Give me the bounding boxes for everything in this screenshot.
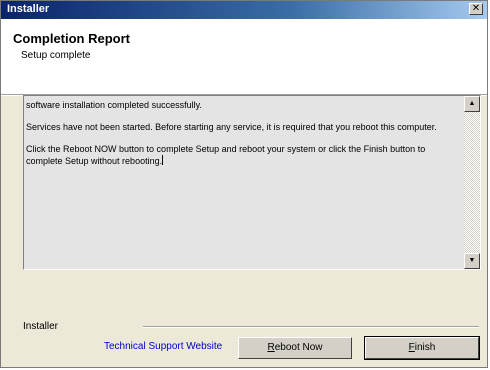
finish-button[interactable]: Finish [364, 336, 480, 360]
report-content: software installation completed successf… [26, 100, 460, 178]
scroll-down-icon[interactable]: ▼ [464, 253, 480, 269]
report-paragraph: software installation completed successf… [26, 100, 202, 110]
technical-support-link[interactable]: Technical Support Website [104, 341, 222, 352]
window-title: Installer [7, 3, 50, 15]
reboot-now-button[interactable]: Reboot Now [238, 337, 352, 359]
report-paragraph: Click the Reboot NOW button to complete … [26, 144, 426, 166]
footer-group-label: Installer [23, 321, 59, 332]
vertical-scrollbar[interactable]: ▲ ▼ [464, 96, 480, 269]
header-panel: Completion Report Setup complete [1, 19, 487, 94]
text-caret [162, 155, 164, 165]
report-paragraph: Services have not been started. Before s… [26, 122, 437, 132]
finish-label: inish [414, 342, 436, 353]
page-title: Completion Report [13, 31, 130, 46]
reboot-label: eboot Now [274, 342, 323, 353]
installer-window: Installer ✕ Completion Report Setup comp… [0, 0, 488, 368]
page-subtitle: Setup complete [21, 50, 91, 61]
scroll-up-icon[interactable]: ▲ [464, 96, 480, 112]
close-icon[interactable]: ✕ [469, 3, 483, 15]
report-textarea[interactable]: software installation completed successf… [23, 95, 481, 270]
reboot-accel: R [267, 342, 275, 353]
title-bar[interactable]: Installer ✕ [1, 1, 487, 19]
footer-divider [143, 326, 479, 328]
